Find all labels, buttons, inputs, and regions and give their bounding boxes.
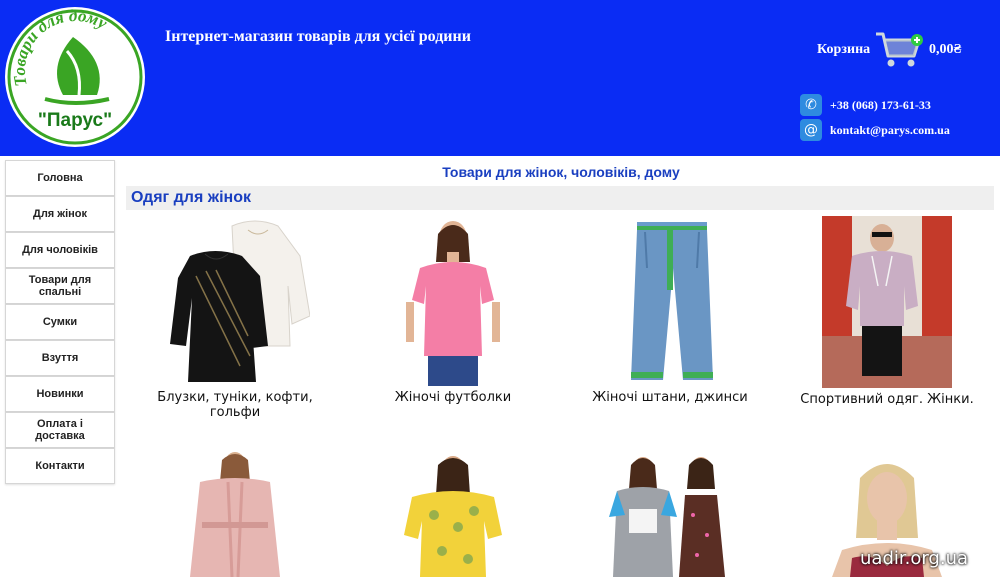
product-card[interactable] (135, 452, 335, 581)
shopping-cart-icon[interactable] (874, 30, 926, 70)
product-caption[interactable]: Спортивний одяг. Жінки. (787, 392, 987, 407)
product-card[interactable]: Блузки, туніки, кофти, гольфи (135, 216, 335, 420)
phone-icon: ✆ (800, 94, 822, 116)
cart-label[interactable]: Корзина (817, 42, 870, 58)
logo-name: "Парус" (38, 110, 112, 131)
product-card[interactable]: Жіночі футболки (353, 216, 553, 405)
product-caption[interactable]: Блузки, туніки, кофти, гольфи (135, 390, 335, 420)
product-image[interactable] (398, 455, 508, 577)
sidebar-item-bedroom[interactable]: Товари для спальні (5, 268, 115, 304)
page-heading: Товари для жінок, чоловіків, дому (442, 164, 680, 180)
sidebar-item-men[interactable]: Для чоловіків (5, 232, 115, 268)
product-image[interactable] (160, 216, 310, 386)
site-header: Товари для дому "Парус" Інтернет-магазин… (0, 0, 1000, 156)
sidebar-item-new[interactable]: Новинки (5, 376, 115, 412)
store-logo[interactable]: Товари для дому "Парус" (5, 7, 145, 147)
product-card[interactable]: Спортивний одяг. Жінки. (787, 216, 987, 407)
product-card[interactable] (353, 455, 553, 581)
sidebar-item-shoes[interactable]: Взуття (5, 340, 115, 376)
product-image[interactable] (605, 455, 735, 577)
product-image[interactable] (822, 216, 952, 388)
sidebar-nav: Головна Для жінок Для чоловіків Товари д… (5, 160, 115, 484)
product-image[interactable] (615, 216, 725, 386)
email-contact[interactable]: @ kontakt@parys.com.ua (800, 119, 950, 141)
sidebar-item-payment-delivery[interactable]: Оплата і доставка (5, 412, 115, 448)
product-caption[interactable]: Жіночі штани, джинси (570, 390, 770, 405)
sidebar-item-women[interactable]: Для жінок (5, 196, 115, 232)
section-header-bar (126, 186, 994, 210)
email-at-icon: @ (800, 119, 822, 141)
section-title[interactable]: Одяг для жінок (131, 189, 251, 207)
sidebar-item-home[interactable]: Головна (5, 160, 115, 196)
product-caption[interactable]: Жіночі футболки (353, 390, 553, 405)
product-image[interactable] (398, 216, 508, 386)
phone-contact[interactable]: ✆ +38 (068) 173-61-33 (800, 94, 931, 116)
phone-number[interactable]: +38 (068) 173-61-33 (830, 98, 931, 113)
watermark: uadir.org.ua (860, 548, 969, 569)
cart-total: 0,00₴ (929, 42, 962, 57)
product-image[interactable] (180, 452, 290, 577)
product-card[interactable] (570, 455, 770, 581)
sidebar-item-contacts[interactable]: Контакти (5, 448, 115, 484)
product-card[interactable]: Жіночі штани, джинси (570, 216, 770, 405)
email-address[interactable]: kontakt@parys.com.ua (830, 123, 950, 138)
site-tagline: Інтернет-магазин товарів для усієї родин… (165, 28, 471, 45)
sail-logo-icon: Товари для дому "Парус" (7, 7, 143, 145)
sidebar-item-bags[interactable]: Сумки (5, 304, 115, 340)
